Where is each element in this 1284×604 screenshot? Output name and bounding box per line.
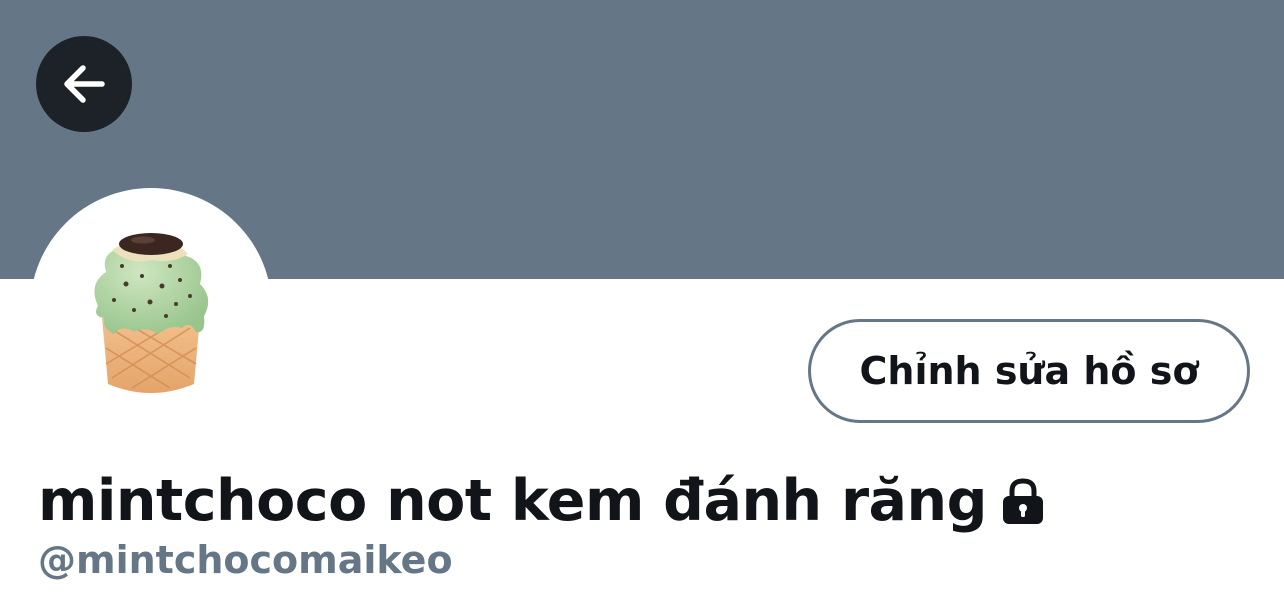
ice-cream-cone-icon <box>94 233 209 393</box>
display-name: mintchoco not kem đánh răng <box>38 468 987 534</box>
avatar[interactable] <box>30 188 272 430</box>
edit-profile-label: Chỉnh sửa hồ sơ <box>859 349 1199 393</box>
arrow-left-icon <box>64 65 105 103</box>
profile-handle: @mintchocomaikeo <box>38 538 453 582</box>
lock-icon <box>999 476 1047 526</box>
back-button[interactable] <box>36 36 132 132</box>
profile-name-row: mintchoco not kem đánh răng <box>38 462 1047 540</box>
edit-profile-button[interactable]: Chỉnh sửa hồ sơ <box>808 319 1250 423</box>
